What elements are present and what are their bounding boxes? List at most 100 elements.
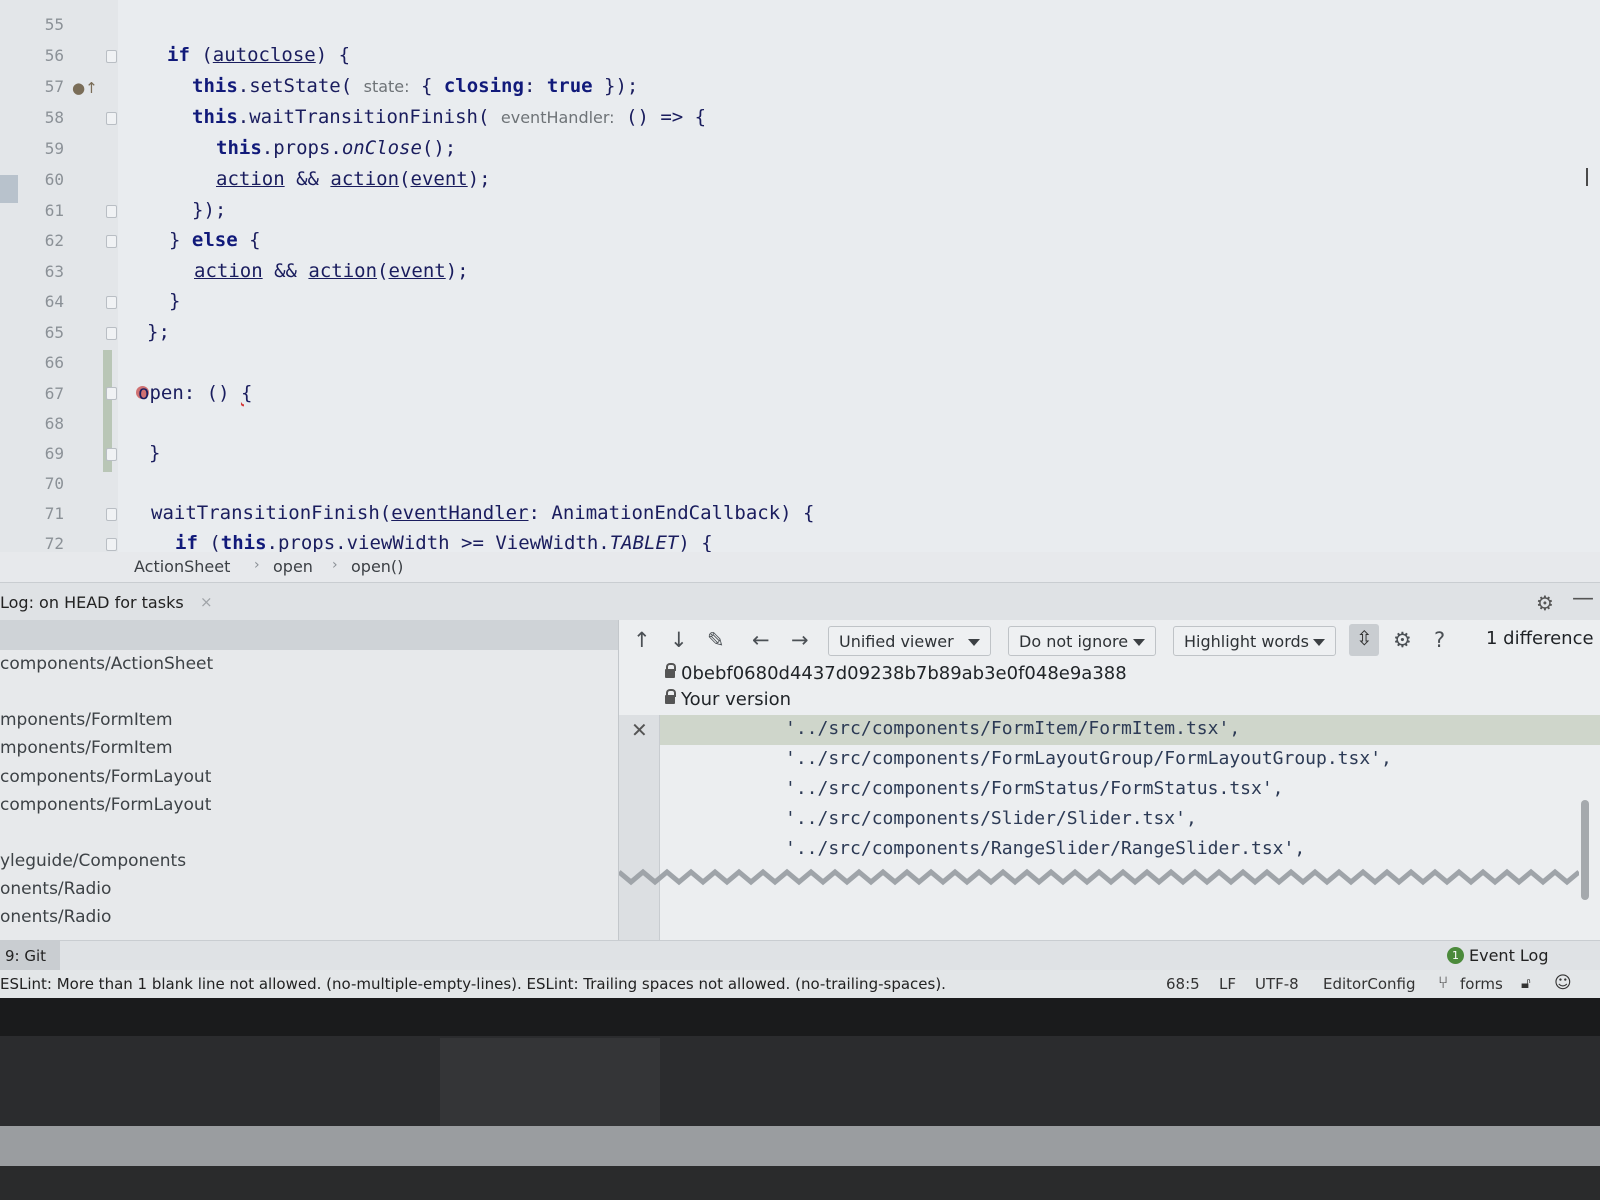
next-difference-icon[interactable]: ↓ (670, 628, 688, 652)
line-number: 71 (44, 504, 64, 523)
code-line-65: }; (147, 321, 170, 343)
gutter-change-marker (0, 175, 18, 203)
vertical-scrollbar[interactable] (1581, 800, 1589, 900)
inspector-icon[interactable]: ☺ (1554, 973, 1572, 993)
arrow-left-icon[interactable]: ← (752, 628, 770, 652)
event-log-button[interactable]: Event Log (1469, 946, 1549, 965)
fold-icon[interactable] (106, 235, 117, 248)
viewer-mode-dropdown[interactable]: Unified viewer (828, 626, 991, 656)
status-bar: ESLint: More than 1 blank line not allow… (0, 970, 1600, 998)
code-line-60: action && action(event); (216, 168, 491, 190)
diff-line: '../src/components/Slider/Slider.tsx', (785, 808, 1197, 829)
gear-icon[interactable]: ⚙ (1536, 591, 1554, 615)
list-item[interactable]: components/FormLayout (0, 767, 211, 787)
parameter-hint: state: (363, 77, 410, 96)
gear-icon[interactable]: ⚙ (1393, 628, 1412, 652)
breadcrumb (0, 552, 1600, 582)
list-item[interactable]: yleguide/Components (0, 851, 186, 871)
bezel-band (0, 1036, 1600, 1126)
line-number: 69 (44, 444, 64, 463)
arrow-right-icon[interactable]: → (791, 628, 809, 652)
line-number: 67 (44, 384, 64, 403)
minimize-icon[interactable]: — (1572, 586, 1594, 611)
revision-hash: 0bebf0680d4437d09238b7b89ab3e0f048e9a388 (665, 663, 1127, 684)
line-number: 68 (44, 414, 64, 433)
code-editor[interactable]: 55 56 57 58 59 60 61 62 63 64 65 66 67 6… (0, 0, 1600, 565)
list-item[interactable]: components/ActionSheet (0, 654, 213, 674)
file-encoding[interactable]: UTF-8 (1255, 975, 1299, 993)
git-tab[interactable]: 9: Git (0, 941, 60, 971)
list-item[interactable]: mponents/FormItem (0, 710, 173, 730)
bezel-hinge (440, 1038, 660, 1126)
previous-difference-icon[interactable]: ↑ (633, 628, 651, 652)
code-line-67: open: () { (138, 382, 253, 404)
help-icon[interactable]: ? (1434, 628, 1445, 652)
diff-viewer: ↑ ↓ ✎ ← → Unified viewer Do not ignore H… (619, 620, 1600, 940)
breadcrumb-item[interactable]: open (273, 557, 313, 576)
code-line-64: } (169, 290, 181, 312)
code-line-63: action && action(event); (194, 260, 469, 282)
fold-icon[interactable] (106, 327, 117, 340)
difference-count: 1 difference (1486, 628, 1594, 649)
tool-window-title[interactable]: Log: on HEAD for tasks (0, 593, 184, 612)
fold-icon[interactable] (106, 296, 117, 309)
git-branch[interactable]: forms (1460, 975, 1503, 993)
lock-icon (665, 689, 676, 704)
line-number: 59 (44, 139, 64, 158)
laptop-body (0, 1126, 1600, 1168)
highlight-mode-dropdown[interactable]: Highlight words (1173, 626, 1336, 656)
file-panel-header (0, 620, 618, 650)
git-log-tool-window: Log: on HEAD for tasks × ⚙ — components/… (0, 582, 1600, 998)
line-number: 70 (44, 474, 64, 493)
fold-icon[interactable] (106, 508, 117, 521)
close-icon[interactable]: × (200, 593, 213, 611)
code-line-69: } (149, 442, 161, 464)
collapsed-region-separator[interactable] (619, 866, 1579, 888)
revert-change-icon[interactable]: ✕ (631, 718, 648, 742)
edit-icon[interactable]: ✎ (707, 628, 725, 652)
line-number: 64 (44, 292, 64, 311)
line-number: 65 (44, 323, 64, 342)
chevron-right-icon: › (254, 557, 260, 573)
ignore-whitespace-dropdown[interactable]: Do not ignore (1008, 626, 1156, 656)
unlock-icon[interactable]: 🔓︎ (1521, 974, 1531, 992)
tool-window-header: Log: on HEAD for tasks × ⚙ — (0, 582, 1600, 621)
fold-icon[interactable] (106, 448, 117, 461)
breadcrumb-item[interactable]: open() (351, 557, 403, 576)
diff-toolbar: ↑ ↓ ✎ ← → Unified viewer Do not ignore H… (619, 620, 1600, 662)
line-number: 62 (44, 231, 64, 250)
line-separator[interactable]: LF (1219, 975, 1236, 993)
parameter-hint: eventHandler: (500, 108, 615, 127)
line-number: 66 (44, 353, 64, 372)
line-number: 60 (44, 170, 64, 189)
fold-icon[interactable] (106, 387, 117, 400)
fold-icon[interactable] (106, 50, 117, 63)
diff-gutter (619, 715, 660, 940)
breadcrumb-item[interactable]: ActionSheet (134, 557, 230, 576)
diff-line: '../src/components/FormLayoutGroup/FormL… (785, 748, 1392, 769)
code-line-62: } else { (169, 229, 261, 251)
status-message: ESLint: More than 1 blank line not allow… (0, 975, 946, 993)
fold-icon[interactable] (106, 112, 117, 125)
code-line-56: if (autoclose) { (167, 44, 351, 66)
list-item[interactable]: components/FormLayout (0, 795, 211, 815)
fold-icon[interactable] (106, 205, 117, 218)
caret-down-icon (968, 639, 980, 646)
lock-icon (665, 663, 676, 678)
caret-position[interactable]: 68:5 (1166, 975, 1200, 993)
implements-icon[interactable]: ●↑ (72, 79, 98, 97)
line-number: 63 (44, 262, 64, 281)
code-line-71: waitTransitionFinish(eventHandler: Anima… (151, 502, 815, 524)
caret-down-icon (1313, 639, 1325, 646)
list-item[interactable]: mponents/FormItem (0, 738, 173, 758)
tool-window-strip: 9: Git 1 Event Log (0, 940, 1600, 971)
event-log-count-badge: 1 (1447, 947, 1464, 964)
scroll-marker (1586, 168, 1598, 186)
list-item[interactable]: onents/Radio (0, 907, 111, 927)
line-number: 55 (44, 15, 64, 34)
list-item[interactable]: onents/Radio (0, 879, 111, 899)
fold-icon[interactable] (106, 538, 117, 551)
editorconfig-indicator[interactable]: EditorConfig (1323, 975, 1416, 993)
line-number: 57 (44, 77, 64, 96)
collapse-unchanged-icon: ⇳ (1356, 626, 1373, 650)
